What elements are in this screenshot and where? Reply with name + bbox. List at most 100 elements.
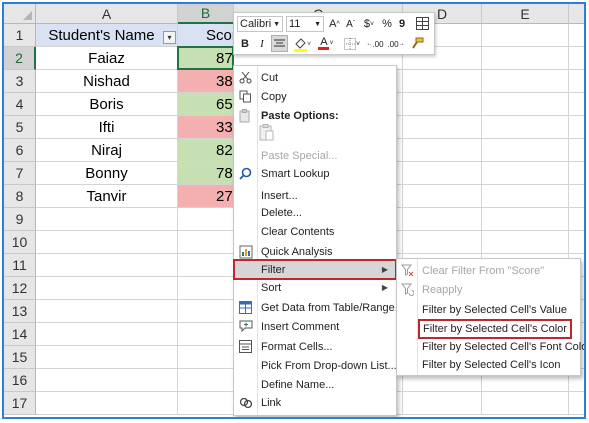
cell[interactable]	[36, 346, 178, 369]
row-header-9[interactable]: 9	[4, 208, 36, 231]
menu-item-insert-comment[interactable]: Insert Comment	[234, 317, 396, 336]
cell[interactable]	[569, 392, 584, 415]
row-header-4[interactable]: 4	[4, 93, 36, 116]
score-cell[interactable]: 82	[178, 139, 234, 162]
header-cell-score[interactable]: Score	[178, 24, 234, 47]
cell[interactable]	[569, 185, 584, 208]
name-cell[interactable]: Nishad	[36, 70, 178, 93]
cell[interactable]	[569, 93, 584, 116]
cell[interactable]	[569, 47, 584, 70]
cell[interactable]	[403, 139, 482, 162]
cell[interactable]	[36, 254, 178, 277]
name-cell[interactable]: Ifti	[36, 116, 178, 139]
submenu-item-filter-by-selected-cell-s-font-color[interactable]: Filter by Selected Cell's Font Color	[397, 337, 584, 356]
row-header-2[interactable]: 2	[4, 47, 36, 70]
cell[interactable]	[178, 323, 234, 346]
menu-item-copy[interactable]: Copy	[234, 87, 396, 106]
row-header-6[interactable]: 6	[4, 139, 36, 162]
menu-item-format-cells[interactable]: Format Cells...	[234, 337, 396, 356]
percent-style-icon[interactable]: %	[381, 16, 393, 32]
score-cell[interactable]: 38	[178, 70, 234, 93]
column-header-a[interactable]: A	[36, 4, 178, 24]
cell[interactable]	[482, 24, 569, 47]
row-header-10[interactable]: 10	[4, 231, 36, 254]
menu-item-sort[interactable]: Sort ▶	[234, 278, 396, 297]
cell[interactable]	[178, 254, 234, 277]
cell[interactable]	[482, 47, 569, 70]
column-header-e[interactable]: E	[482, 4, 569, 24]
align-center-icon[interactable]	[271, 35, 288, 52]
cell[interactable]	[403, 93, 482, 116]
menu-item-get-data-from-table-range[interactable]: Get Data from Table/Range...	[234, 298, 404, 317]
cell[interactable]	[403, 231, 482, 254]
cell[interactable]	[36, 300, 178, 323]
row-header-17[interactable]: 17	[4, 392, 36, 415]
name-cell[interactable]: Boris	[36, 93, 178, 116]
row-header-5[interactable]: 5	[4, 116, 36, 139]
cell[interactable]	[178, 277, 234, 300]
cell[interactable]	[482, 93, 569, 116]
bold-button[interactable]: B	[238, 36, 252, 52]
comma-style-icon[interactable]: 9	[397, 16, 407, 32]
grow-font-icon[interactable]: A ^	[328, 16, 341, 32]
menu-item-paste-default[interactable]	[234, 122, 396, 144]
cell[interactable]	[36, 231, 178, 254]
row-header-15[interactable]: 15	[4, 346, 36, 369]
menu-item-quick-analysis[interactable]: Quick Analysis	[234, 242, 396, 261]
cell[interactable]	[569, 162, 584, 185]
cell[interactable]	[482, 185, 569, 208]
cell[interactable]	[36, 277, 178, 300]
cell[interactable]	[482, 392, 569, 415]
format-painter-table-icon[interactable]	[414, 15, 430, 31]
score-cell[interactable]: 33	[178, 116, 234, 139]
cell[interactable]	[569, 116, 584, 139]
score-cell[interactable]: 65	[178, 93, 234, 116]
filter-dropdown-button[interactable]: ▾	[163, 31, 176, 44]
submenu-item-clear-filter-from-score[interactable]: Clear Filter From "Score"	[397, 261, 580, 280]
decrease-decimal-icon[interactable]: .00 →	[387, 36, 405, 52]
cell[interactable]	[569, 139, 584, 162]
cell[interactable]	[178, 392, 234, 415]
cell[interactable]	[178, 346, 234, 369]
cell[interactable]	[403, 392, 482, 415]
cell[interactable]	[482, 162, 569, 185]
header-cell-name[interactable]: Student's Name ▾	[36, 24, 178, 47]
cell[interactable]	[36, 392, 178, 415]
fill-color-icon[interactable]: ˅	[292, 36, 312, 52]
cell[interactable]	[403, 162, 482, 185]
menu-item-pick-from-drop-down-list[interactable]: Pick From Drop-down List...	[234, 356, 397, 375]
name-cell[interactable]: Tanvir	[36, 185, 178, 208]
submenu-item-filter-by-selected-cell-s-icon[interactable]: Filter by Selected Cell's Icon	[397, 355, 580, 374]
name-cell[interactable]: Faiaz	[36, 47, 178, 70]
cell[interactable]	[178, 300, 234, 323]
increase-decimal-icon[interactable]: ← .00	[366, 36, 384, 52]
row-header-12[interactable]: 12	[4, 277, 36, 300]
menu-item-clear-contents[interactable]: Clear Contents	[234, 222, 396, 241]
menu-item-smart-lookup[interactable]: Smart Lookup	[234, 164, 396, 183]
font-size-box[interactable]: 11 ▼	[286, 16, 324, 32]
name-cell[interactable]: Bonny	[36, 162, 178, 185]
cell[interactable]	[36, 323, 178, 346]
format-painter-icon[interactable]	[409, 36, 425, 52]
font-color-icon[interactable]: A ˅	[316, 35, 336, 51]
cell[interactable]	[403, 185, 482, 208]
row-header-8[interactable]: 8	[4, 185, 36, 208]
borders-icon[interactable]: ˅	[342, 36, 362, 52]
name-cell[interactable]: Niraj	[36, 139, 178, 162]
row-header-7[interactable]: 7	[4, 162, 36, 185]
score-cell[interactable]: 27	[178, 185, 234, 208]
cell[interactable]	[569, 231, 584, 254]
cell[interactable]	[482, 231, 569, 254]
menu-item-define-name[interactable]: Define Name...	[234, 375, 396, 394]
font-name-box[interactable]: Calibri ▼	[237, 16, 283, 32]
cell[interactable]	[569, 208, 584, 231]
cell[interactable]	[482, 116, 569, 139]
menu-item-cut[interactable]: Cut	[234, 68, 396, 87]
row-header-14[interactable]: 14	[4, 323, 36, 346]
cell[interactable]	[569, 70, 584, 93]
cell[interactable]	[178, 369, 234, 392]
currency-format-icon[interactable]: $ ˅	[360, 16, 378, 32]
cell[interactable]	[569, 24, 584, 47]
menu-item-link[interactable]: Link	[234, 393, 396, 412]
menu-item-paste-special[interactable]: Paste Special...	[234, 146, 396, 165]
